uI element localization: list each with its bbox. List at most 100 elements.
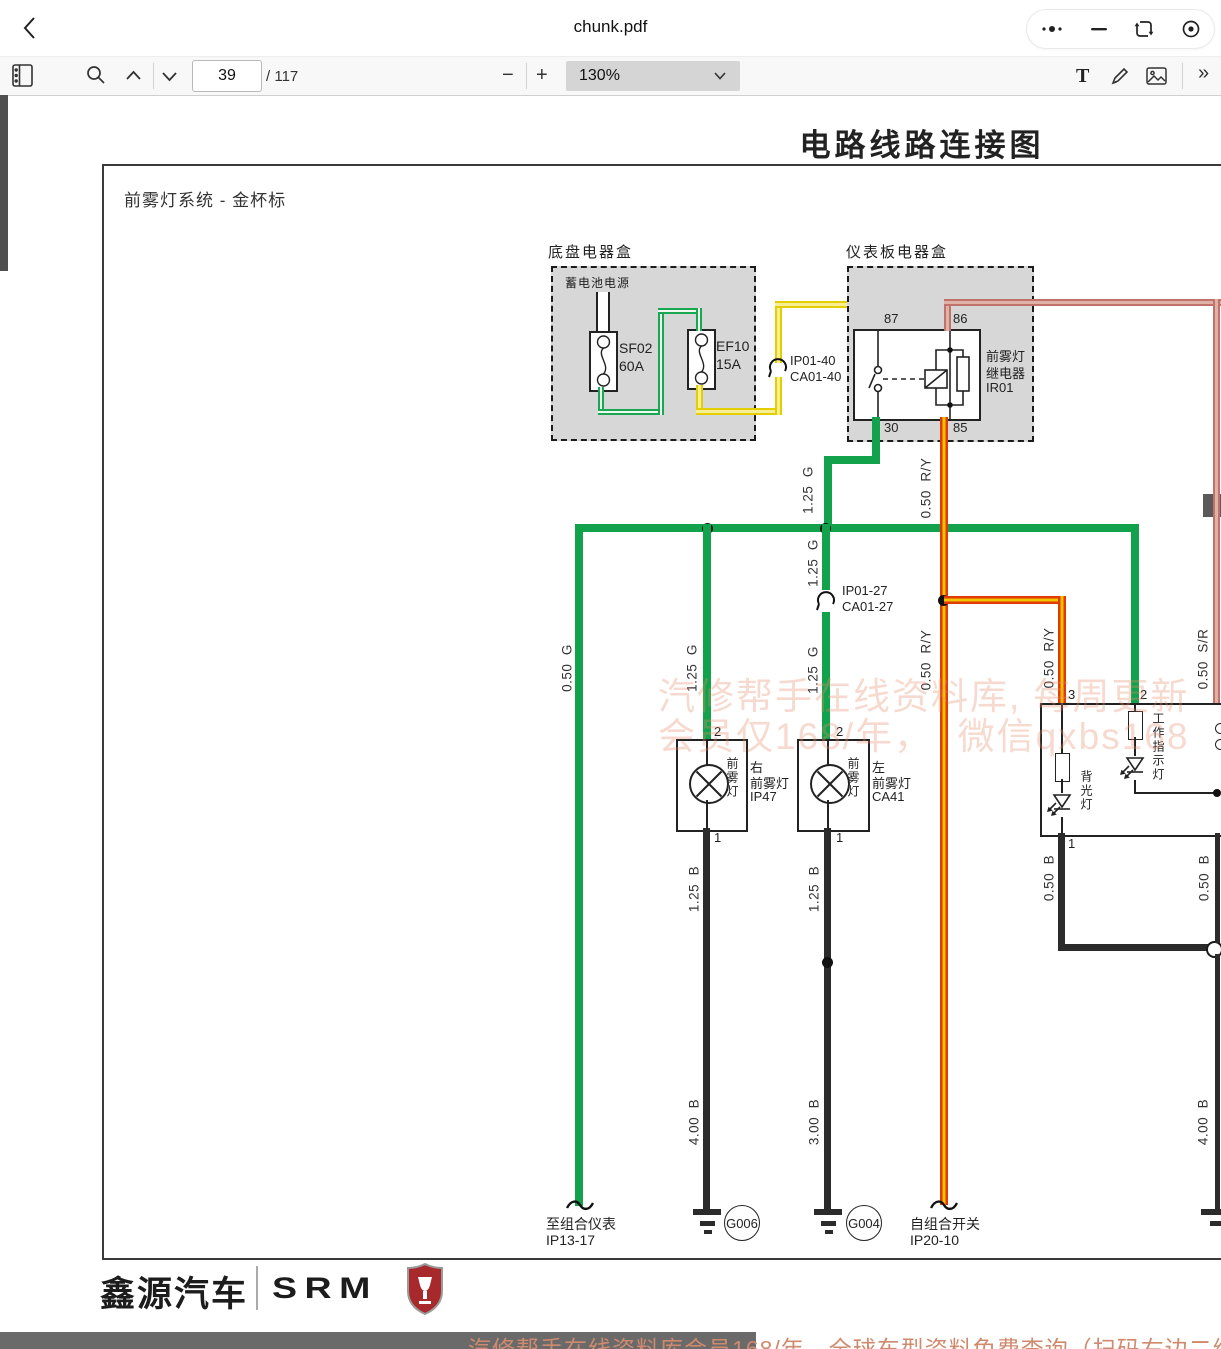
wire-green bbox=[824, 456, 880, 464]
wire-salmon bbox=[944, 299, 1221, 306]
wire-break-symbol bbox=[566, 1198, 594, 1214]
search-button[interactable] bbox=[86, 65, 106, 85]
wire-junction-dot bbox=[1213, 789, 1221, 797]
brand-divider bbox=[256, 1266, 258, 1310]
wire-yellow bbox=[775, 303, 782, 363]
fuse-ef10-name: EF10 bbox=[716, 338, 749, 354]
chevron-up-icon bbox=[126, 70, 141, 80]
thumbnails-panel-button[interactable] bbox=[12, 64, 33, 87]
destination-label: 自组合开关 bbox=[910, 1214, 980, 1234]
wire-black bbox=[1058, 833, 1065, 951]
lamp-symbol-label: 前雾灯 bbox=[724, 757, 741, 809]
relay-pin-87: 87 bbox=[884, 311, 898, 326]
switch-contact bbox=[1215, 723, 1221, 734]
ground-symbol bbox=[825, 1230, 833, 1234]
connector-label: IP01-27 bbox=[842, 583, 888, 598]
more-options-button[interactable] bbox=[1040, 24, 1064, 34]
restore-button[interactable] bbox=[1134, 19, 1154, 39]
ground-symbol bbox=[1210, 1221, 1221, 1226]
instrument-box-label: 仪表板电器盒 bbox=[846, 241, 948, 262]
toolbar-divider bbox=[526, 63, 527, 89]
fuse-sf02-name: SF02 bbox=[619, 340, 652, 356]
backlight-lamp-label: 背光灯 bbox=[1078, 770, 1095, 820]
minimize-icon bbox=[1091, 27, 1107, 31]
zoom-level-value: 130% bbox=[579, 67, 714, 85]
wire-green-bus bbox=[575, 524, 1139, 532]
page-number-input[interactable] bbox=[192, 60, 262, 92]
zoom-in-button[interactable]: + bbox=[536, 65, 548, 85]
wire-green bbox=[822, 524, 830, 590]
toolbar-divider bbox=[1182, 63, 1183, 89]
relay-name: IR01 bbox=[986, 380, 1013, 395]
wire-size-label: 3.00 B bbox=[807, 1099, 822, 1145]
relay-symbol bbox=[855, 331, 979, 419]
lamp-name: CA41 bbox=[872, 789, 905, 804]
ground-id-g006: G006 bbox=[724, 1205, 760, 1241]
connector-label: CA01-40 bbox=[790, 369, 841, 384]
watermark-bottom: 汽修帮手在线资料库会员168/年，全球车型资料免费查询（扫码右边二维码即可） bbox=[468, 1330, 1221, 1349]
wire-green bbox=[575, 524, 583, 1206]
wire-size-label: 1.25 B bbox=[807, 866, 822, 912]
lamp-lead bbox=[706, 800, 708, 828]
ground-symbol bbox=[693, 1209, 721, 1215]
zoom-level-select[interactable]: 130% bbox=[566, 61, 740, 91]
wire-salmon bbox=[1213, 299, 1220, 703]
destination-label: IP13-17 bbox=[546, 1232, 595, 1248]
zoom-out-button[interactable]: − bbox=[502, 65, 514, 85]
fuse-sf02-rating: 60A bbox=[619, 358, 644, 374]
switch-contact bbox=[1215, 739, 1221, 750]
wire-junction-dot bbox=[822, 957, 833, 968]
section-title: 前雾灯系统 - 金杯标 bbox=[124, 186, 286, 211]
wire-green bbox=[696, 308, 702, 331]
destination-label: IP20-10 bbox=[910, 1232, 959, 1248]
annotate-pen-button[interactable] bbox=[1110, 66, 1130, 86]
more-options-icon bbox=[1040, 24, 1064, 34]
text-tool-button[interactable]: T bbox=[1076, 65, 1089, 88]
brand-logo-chinese: 鑫源汽车 bbox=[100, 1266, 248, 1317]
wire-size-label: 0.50 R/Y bbox=[919, 458, 934, 519]
ground-symbol bbox=[1201, 1209, 1221, 1215]
destination-label: 至组合仪表 bbox=[546, 1214, 616, 1234]
insert-image-button[interactable] bbox=[1146, 67, 1167, 85]
window-controls bbox=[1026, 9, 1215, 49]
chevron-down-icon bbox=[162, 72, 177, 82]
ground-symbol bbox=[814, 1209, 842, 1215]
pin-label: 1 bbox=[1068, 836, 1075, 851]
wire-yellow bbox=[775, 377, 782, 415]
battery-wire bbox=[596, 292, 610, 332]
brand-shield-icon bbox=[406, 1263, 444, 1315]
thumbnails-panel-icon bbox=[12, 64, 33, 87]
panel-edge-strip bbox=[0, 95, 8, 271]
wire-green bbox=[824, 456, 832, 532]
close-circle-button[interactable] bbox=[1181, 19, 1201, 39]
wire-size-label: 1.25 G bbox=[806, 539, 821, 587]
window-titlebar: chunk.pdf bbox=[0, 0, 1221, 56]
relay-pin-85: 85 bbox=[953, 420, 967, 435]
watermark-line2: 会员仅168/年， 微信qxbs168 bbox=[658, 706, 1189, 760]
previous-page-button[interactable] bbox=[126, 70, 141, 80]
wire-size-label: 1.25 G bbox=[801, 466, 816, 514]
wire-black bbox=[1215, 954, 1220, 1209]
wire-yellow bbox=[696, 408, 782, 415]
pin-label: 1 bbox=[714, 830, 721, 845]
brand-logo-srm: SRM bbox=[272, 1272, 378, 1306]
led-symbol bbox=[1046, 791, 1078, 819]
restore-icon bbox=[1134, 19, 1154, 39]
wire-black bbox=[824, 828, 831, 1209]
wire-orange bbox=[944, 596, 1066, 604]
battery-power-label: 蓄电池电源 bbox=[565, 274, 630, 291]
connector-label: IP01-40 bbox=[790, 353, 836, 368]
lamp-name: IP47 bbox=[750, 789, 777, 804]
fuse-ef10 bbox=[687, 329, 716, 390]
wire-orange bbox=[940, 417, 948, 1205]
relay-pin-30: 30 bbox=[884, 420, 898, 435]
ground-symbol bbox=[700, 1221, 715, 1226]
wire-size-label: 4.00 B bbox=[1196, 1099, 1211, 1145]
wire-green bbox=[658, 308, 664, 415]
pdf-viewer-window: chunk.pdf bbox=[0, 0, 1221, 1349]
next-page-button[interactable] bbox=[162, 72, 177, 82]
minimize-button[interactable] bbox=[1091, 27, 1107, 31]
more-tools-button[interactable]: » bbox=[1198, 63, 1209, 83]
fuse-symbol bbox=[689, 331, 714, 388]
fuse-ef10-rating: 15A bbox=[716, 356, 741, 372]
